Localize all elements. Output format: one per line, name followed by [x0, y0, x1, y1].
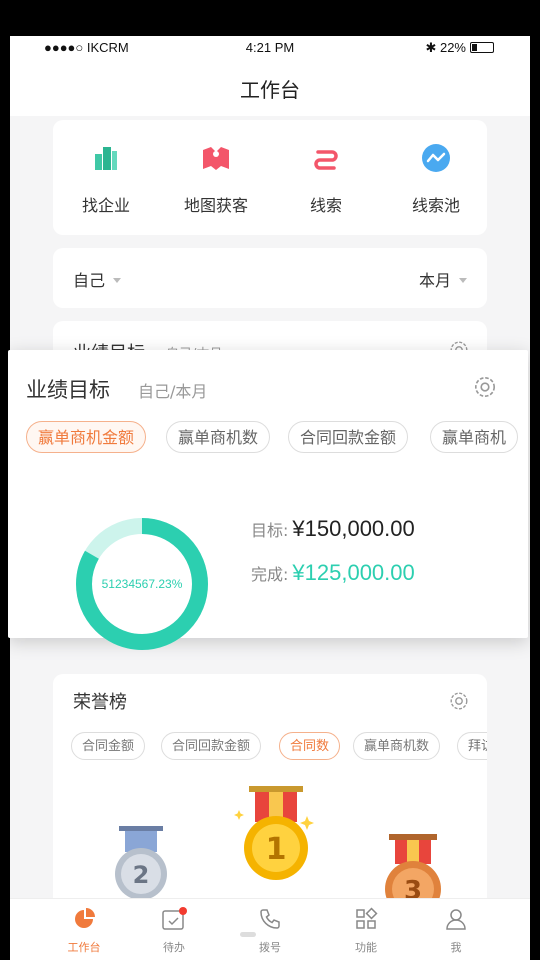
- tab-label: 待办: [163, 941, 185, 954]
- goal-tab-payment-amount[interactable]: 合同回款金额: [288, 421, 409, 453]
- scope-dropdown[interactable]: 自己: [73, 267, 122, 291]
- battery-icon: [470, 42, 494, 53]
- progress-ring: 51234567.23%: [76, 518, 208, 650]
- quick-action-label: 线索池: [411, 196, 460, 215]
- page-title: 工作台: [240, 78, 300, 102]
- quick-action-map-leads[interactable]: 地图获客: [166, 142, 266, 216]
- gold-medal-icon: 1: [234, 786, 314, 880]
- tab-label: 功能: [355, 941, 377, 954]
- quick-action-label: 地图获客: [183, 196, 248, 215]
- honor-tab-contract-count[interactable]: 合同数: [279, 732, 341, 760]
- quick-action-leads[interactable]: 线索: [276, 142, 376, 216]
- progress-ring-label: 51234567.23%: [102, 577, 183, 591]
- lead-pool-icon: [422, 144, 450, 172]
- goal-target: 目标: ¥150,000.00: [251, 516, 415, 542]
- honor-tab-visits[interactable]: 拜访: [457, 732, 487, 760]
- grid-icon: [356, 907, 378, 929]
- goal-popup-title: 业绩目标: [26, 378, 110, 402]
- tab-functions[interactable]: 功能: [326, 907, 406, 955]
- person-icon: [446, 909, 466, 930]
- goal-popup: 业绩目标 自己/本月 赢单商机金额 赢单商机数 合同回款金额 赢单商机 5123…: [8, 350, 528, 650]
- battery-status: ✱ 22%: [425, 40, 494, 56]
- quick-action-label: 找企业: [81, 196, 130, 215]
- period-value: 本月: [418, 271, 451, 290]
- quick-action-lead-pool[interactable]: 线索池: [386, 142, 486, 216]
- battery-percent: 22%: [439, 40, 466, 55]
- bottom-tab-bar: 工作台 待办 拨号 功能 我: [10, 898, 530, 960]
- map-icon: [203, 147, 229, 170]
- honor-tab-won-deals[interactable]: 赢单商机数: [353, 732, 441, 760]
- period-dropdown[interactable]: 本月: [419, 267, 467, 291]
- goal-popup-subtitle: 自己/本月: [138, 382, 208, 401]
- status-bar: ●●●●○ IKCRM 4:21 PM ✱ 22%: [10, 36, 530, 60]
- done-label: 完成:: [251, 565, 289, 584]
- tab-label: 拨号: [259, 941, 281, 954]
- calendar-check-icon: [162, 907, 187, 930]
- quick-action-find-company[interactable]: 找企业: [56, 142, 156, 216]
- gear-icon[interactable]: [472, 374, 498, 400]
- phone-icon: [260, 909, 280, 929]
- chevron-down-icon: [113, 278, 122, 283]
- lead-icon: [314, 150, 338, 170]
- title-bar: 工作台: [10, 60, 530, 116]
- target-value: ¥150,000.00: [292, 516, 415, 541]
- tab-dial[interactable]: 拨号: [230, 907, 310, 955]
- goal-completed: 完成: ¥125,000.00: [251, 560, 415, 586]
- scope-value: 自己: [73, 271, 106, 290]
- notification-badge: [179, 907, 187, 915]
- quick-actions-card: 找企业 地图获客 线索 线索池: [53, 120, 487, 235]
- tab-label: 工作台: [67, 941, 101, 954]
- medal-rank: 2: [133, 861, 150, 889]
- tab-label: 我: [450, 941, 462, 954]
- target-label: 目标:: [251, 521, 289, 540]
- medal-rank: 1: [266, 832, 287, 867]
- pie-chart-icon: [75, 908, 95, 928]
- quick-action-label: 线索: [309, 196, 342, 215]
- drag-indicator: [240, 932, 256, 937]
- gear-icon[interactable]: [448, 690, 470, 712]
- goal-tab-won-count[interactable]: 赢单商机数: [166, 421, 271, 453]
- goal-tab-won-more[interactable]: 赢单商机: [430, 421, 519, 453]
- tab-me[interactable]: 我: [416, 907, 496, 955]
- goal-tab-won-amount[interactable]: 赢单商机金额: [26, 421, 147, 453]
- filter-card: 自己 本月: [53, 248, 487, 308]
- tab-todo[interactable]: 待办: [134, 907, 214, 955]
- honor-tab-payment-amount[interactable]: 合同回款金额: [161, 732, 262, 760]
- tab-workbench[interactable]: 工作台: [44, 907, 124, 955]
- building-icon: [95, 147, 117, 170]
- honor-tab-contract-amount[interactable]: 合同金额: [71, 732, 146, 760]
- done-value: ¥125,000.00: [292, 560, 415, 585]
- honor-title: 荣誉榜: [73, 692, 127, 713]
- chevron-down-icon: [459, 278, 467, 283]
